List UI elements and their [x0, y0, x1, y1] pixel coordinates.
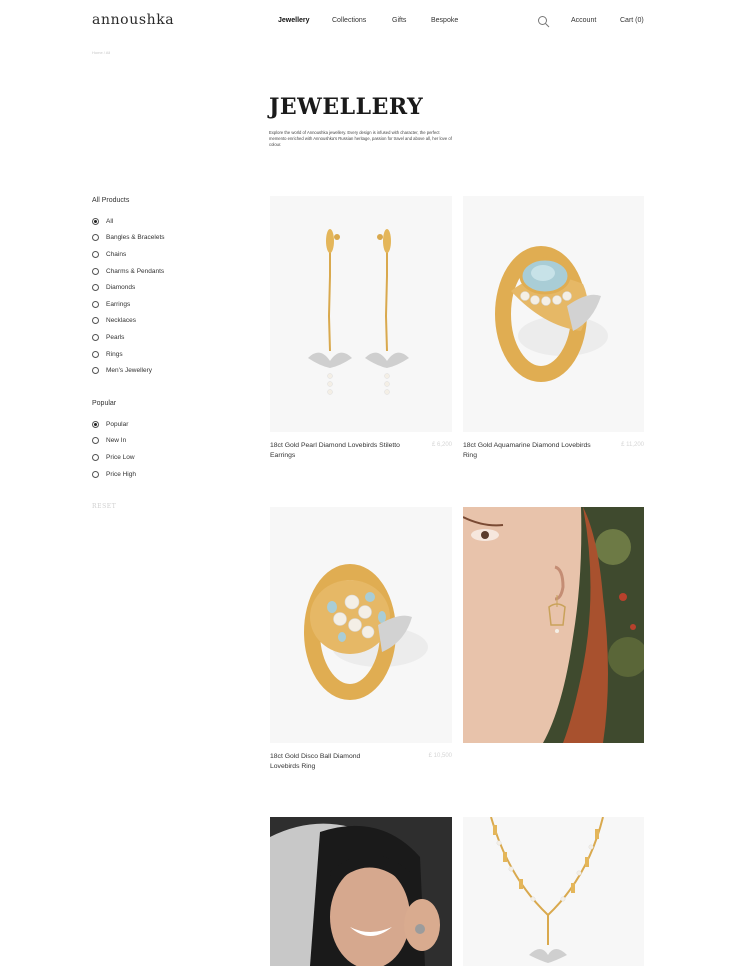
filter-label: Rings — [106, 350, 123, 358]
sort-filter-title: Popular — [92, 400, 117, 407]
page-description: Explore the world of Annoushka jewellery… — [269, 130, 452, 147]
product-image-disco-ball-ring[interactable] — [270, 507, 452, 743]
filter-chains[interactable]: Chains — [92, 246, 252, 263]
filter-charms-pendants[interactable]: Charms & Pendants — [92, 263, 252, 280]
breadcrumb[interactable]: Home / All — [92, 50, 110, 55]
sort-filter-list: Popular New In Price Low Price High — [92, 416, 252, 482]
radio-icon[interactable] — [92, 367, 99, 375]
search-icon[interactable] — [537, 15, 551, 29]
product-name[interactable]: 18ct Gold Aquamarine Diamond Lovebirds R… — [463, 441, 603, 460]
filter-pearls[interactable]: Pearls — [92, 329, 252, 346]
nav-bespoke[interactable]: Bespoke — [431, 17, 458, 24]
filter-label: Charms & Pendants — [106, 267, 165, 275]
radio-icon[interactable] — [92, 300, 99, 308]
product-name[interactable]: 18ct Gold Pearl Diamond Lovebirds Stilet… — [270, 441, 410, 460]
necklace-image — [463, 817, 644, 966]
product-image-earrings[interactable] — [270, 196, 452, 432]
radio-icon[interactable] — [92, 470, 99, 478]
reset-button[interactable]: RESET — [92, 503, 116, 510]
product-image-necklace[interactable] — [463, 817, 644, 966]
filter-label: Pearls — [106, 333, 125, 341]
nav-jewellery[interactable]: Jewellery — [278, 17, 310, 24]
editorial-image-bride[interactable] — [270, 817, 452, 966]
filter-all[interactable]: All — [92, 213, 252, 230]
aquamarine-ring-image — [463, 196, 644, 432]
sort-label: Price Low — [106, 453, 135, 461]
sort-popular[interactable]: Popular — [92, 416, 252, 433]
product-price: £ 10,500 — [428, 753, 452, 759]
sort-label: New In — [106, 437, 127, 445]
filter-mens-jewellery[interactable]: Men's Jewellery — [92, 362, 252, 379]
disco-ball-ring-image — [270, 507, 452, 743]
filter-label: Diamonds — [106, 284, 136, 292]
account-link[interactable]: Account — [571, 17, 596, 24]
radio-icon[interactable] — [92, 350, 99, 358]
sort-new-in[interactable]: New In — [92, 433, 252, 450]
filter-necklaces[interactable]: Necklaces — [92, 313, 252, 330]
filter-bangles-bracelets[interactable]: Bangles & Bracelets — [92, 230, 252, 247]
product-image-aquamarine-ring[interactable] — [463, 196, 644, 432]
filter-label: Men's Jewellery — [106, 367, 153, 375]
sort-price-high[interactable]: Price High — [92, 466, 252, 483]
editorial-image-earring-model[interactable] — [463, 507, 644, 743]
radio-icon[interactable] — [92, 317, 99, 325]
nav-gifts[interactable]: Gifts — [392, 17, 406, 24]
filter-label: All — [106, 217, 114, 225]
radio-selected-icon[interactable] — [92, 420, 99, 428]
sort-label: Popular — [106, 420, 129, 428]
sort-label: Price High — [106, 470, 136, 478]
radio-icon[interactable] — [92, 333, 99, 341]
cart-link[interactable]: Cart (0) — [620, 17, 644, 24]
filter-label: Chains — [106, 250, 127, 258]
radio-icon[interactable] — [92, 437, 99, 445]
filter-rings[interactable]: Rings — [92, 346, 252, 363]
sort-price-low[interactable]: Price Low — [92, 449, 252, 466]
category-filter-list: All Bangles & Bracelets Chains Charms & … — [92, 213, 252, 379]
model-earring-photo — [463, 507, 644, 743]
page-title: JEWELLERY — [269, 94, 424, 120]
main-nav: Jewellery Collections Gifts Bespoke Acco… — [0, 17, 736, 29]
nav-collections[interactable]: Collections — [332, 17, 366, 24]
bride-photo — [270, 817, 452, 966]
filter-earrings[interactable]: Earrings — [92, 296, 252, 313]
radio-icon[interactable] — [92, 250, 99, 258]
filter-label: Earrings — [106, 300, 131, 308]
category-filter-title: All Products — [92, 197, 130, 204]
earrings-image — [270, 196, 452, 432]
filter-diamonds[interactable]: Diamonds — [92, 279, 252, 296]
radio-icon[interactable] — [92, 453, 99, 461]
product-price: £ 6,200 — [431, 442, 452, 448]
filter-label: Bangles & Bracelets — [106, 234, 165, 242]
radio-icon[interactable] — [92, 284, 99, 292]
radio-icon[interactable] — [92, 234, 99, 242]
product-name[interactable]: 18ct Gold Disco Ball Diamond Lovebirds R… — [270, 752, 390, 771]
radio-selected-icon[interactable] — [92, 217, 99, 225]
product-price: £ 11,200 — [621, 442, 644, 448]
radio-icon[interactable] — [92, 267, 99, 275]
filter-label: Necklaces — [106, 317, 136, 325]
